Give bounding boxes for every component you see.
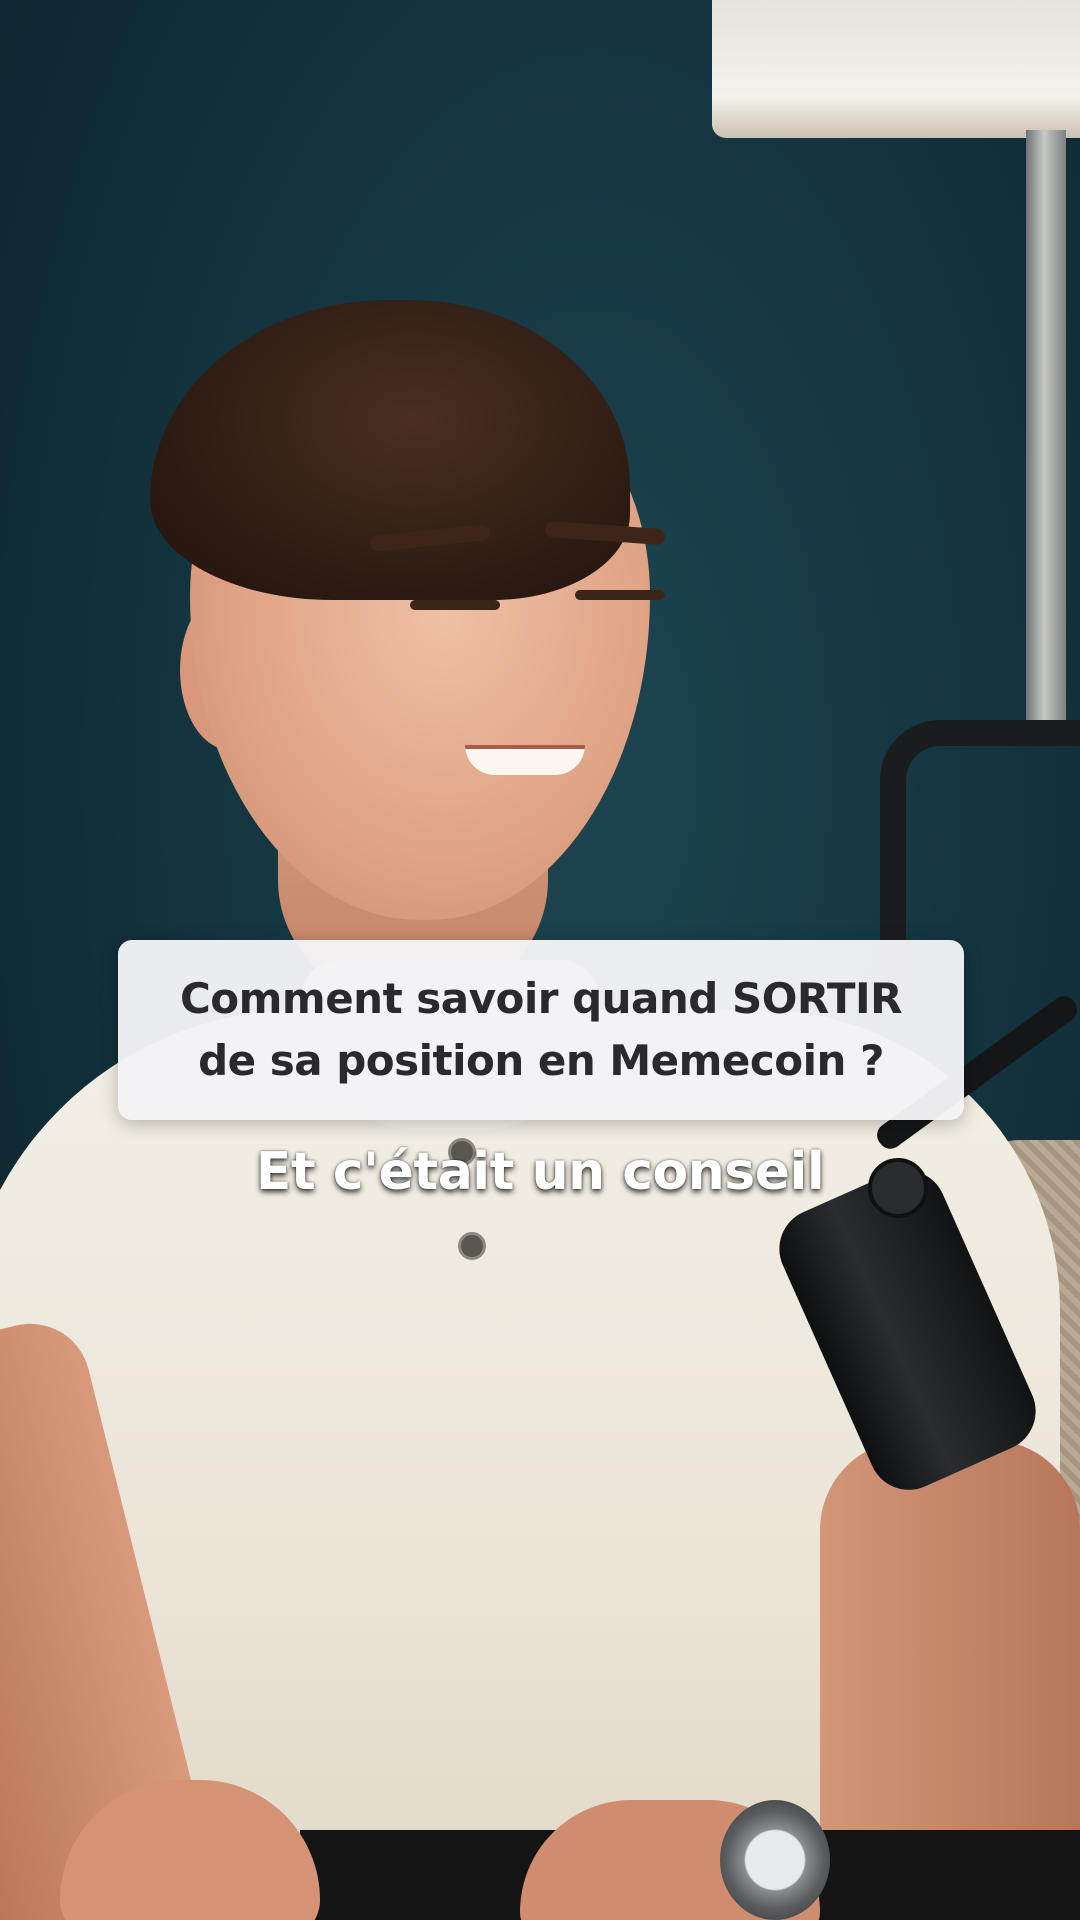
lamp-shade (712, 0, 1080, 138)
spoken-subtitle: Et c'était un conseil (255, 1142, 825, 1202)
shirt-button (458, 1232, 486, 1260)
title-line-2: de sa position en Memecoin ? (198, 1036, 884, 1085)
closed-eye (410, 600, 500, 610)
hair (150, 300, 630, 600)
wristwatch (720, 1800, 830, 1920)
question-title-card: Comment savoir quand SORTIR de sa positi… (118, 940, 964, 1120)
title-line-1: Comment savoir quand SORTIR (179, 974, 903, 1023)
video-frame: Comment savoir quand SORTIR de sa positi… (0, 0, 1080, 1920)
closed-eye (575, 590, 665, 600)
lamp-pole (1026, 130, 1066, 730)
smile (465, 745, 585, 775)
